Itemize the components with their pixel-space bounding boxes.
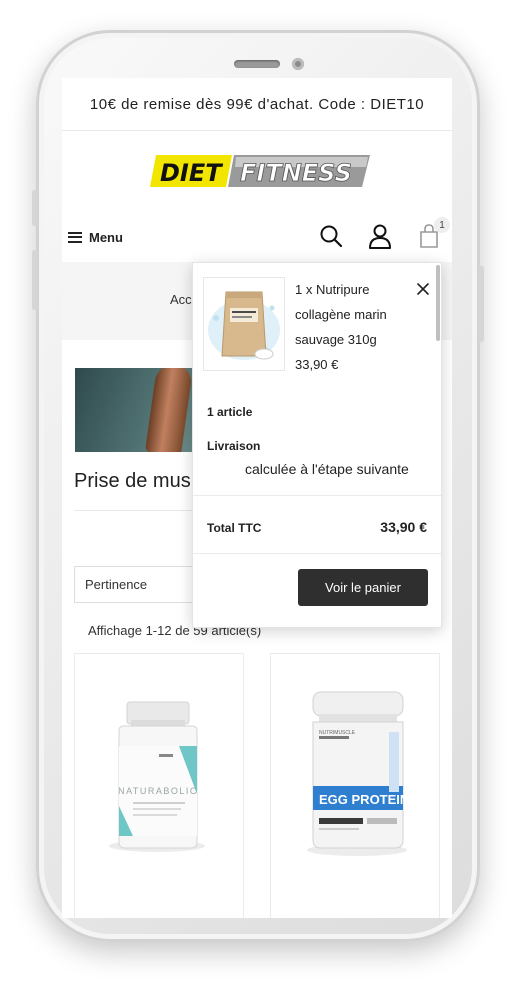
menu-button[interactable]: Menu — [68, 227, 123, 247]
cart-divider-2 — [193, 553, 441, 554]
phone-power-button — [479, 266, 484, 342]
phone-camera — [292, 58, 304, 70]
close-icon[interactable] — [415, 281, 431, 297]
diet-fitness-logo[interactable]: DIET FITNESS — [148, 153, 370, 189]
phone-screen: 10€ de remise dès 99€ d'achat. Code : DI… — [62, 78, 452, 918]
egg-protein-label: EGG PROTEIN — [319, 792, 409, 807]
phone-volume-button — [32, 250, 37, 310]
search-icon[interactable] — [318, 223, 344, 249]
product-image-egg-protein: NUTRIMUSCLE EGG PROTEIN — [307, 691, 409, 856]
cart-item-name-line3[interactable]: sauvage 310g — [295, 327, 415, 352]
menu-label: Menu — [89, 229, 123, 245]
nutrimuscle-label: NUTRIMUSCLE — [319, 730, 356, 736]
promo-text: 10€ de remise dès 99€ d'achat. Code : DI… — [89, 95, 425, 113]
cart-item-name-line2[interactable]: collagène marin — [295, 302, 415, 327]
total-value: 33,90 € — [380, 519, 427, 535]
cart-divider-1 — [193, 495, 441, 496]
naturabolic-label: NATURABOLIC — [118, 786, 198, 796]
cart-dropdown: 1 x Nutripure collagène marin sauvage 31… — [192, 262, 442, 628]
cart-button[interactable]: 1 — [416, 217, 450, 249]
product-card[interactable]: NATURABOLIC — [74, 653, 244, 918]
promo-banner: 10€ de remise dès 99€ d'achat. Code : DI… — [62, 78, 452, 130]
phone-speaker — [234, 60, 280, 68]
site-header: DIET FITNESS Menu 1 — [62, 130, 452, 262]
total-label: Total TTC — [207, 521, 262, 535]
category-title: Prise de mus — [74, 470, 191, 492]
user-icon[interactable] — [367, 223, 393, 249]
product-image-naturabolic: NATURABOLIC — [109, 701, 205, 852]
product-card[interactable]: NUTRIMUSCLE EGG PROTEIN — [270, 653, 440, 918]
phone-side-button — [32, 190, 37, 226]
cart-item-thumbnail[interactable] — [203, 277, 285, 371]
cart-article-count: 1 article — [207, 405, 253, 419]
cart-item-price: 33,90 € — [295, 357, 339, 372]
menu-icon — [68, 231, 82, 243]
cart-item-name-line1[interactable]: 1 x Nutripure — [295, 277, 415, 302]
sort-selected-value: Pertinence — [85, 577, 148, 592]
cart-item-details: 1 x Nutripure collagène marin sauvage 31… — [295, 277, 415, 377]
cart-scrollbar[interactable] — [436, 265, 440, 341]
banner-athlete-leg — [144, 368, 194, 452]
logo-text-diet: DIET — [160, 159, 223, 187]
shipping-note: calculée à l'étape suivante — [245, 461, 409, 477]
shipping-label: Livraison — [207, 439, 261, 453]
breadcrumb[interactable]: Acc — [170, 292, 192, 307]
logo-text-fitness: FITNESS — [240, 159, 352, 187]
view-cart-button[interactable]: Voir le panier — [298, 569, 428, 606]
collagen-product-image — [208, 291, 280, 360]
cart-count-badge: 1 — [434, 217, 450, 233]
